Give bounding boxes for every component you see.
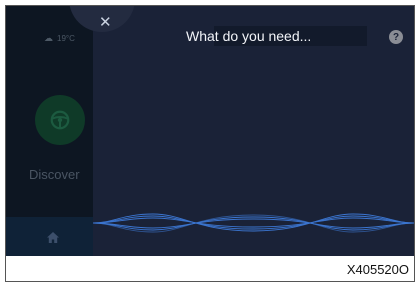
close-icon: ✕	[99, 14, 112, 31]
cloud-icon: ☁	[44, 33, 53, 43]
voice-waveform-icon	[93, 213, 414, 233]
infotainment-screen: ☁ 19°C Discover ✕ What do you need... ?	[6, 6, 414, 256]
temperature-value: 19°C	[57, 34, 75, 43]
help-button[interactable]: ?	[389, 30, 403, 44]
voice-prompt: What do you need...	[186, 28, 312, 44]
help-icon: ?	[392, 31, 400, 43]
home-icon	[47, 232, 59, 243]
discover-label: Discover	[29, 167, 80, 182]
steering-wheel-icon	[50, 110, 70, 130]
discover-app-button[interactable]	[35, 95, 85, 145]
figure-caption: X405520O	[346, 262, 409, 277]
close-button[interactable]: ✕	[99, 15, 112, 30]
temperature-status: ☁ 19°C	[44, 33, 75, 44]
home-button[interactable]	[47, 230, 59, 248]
